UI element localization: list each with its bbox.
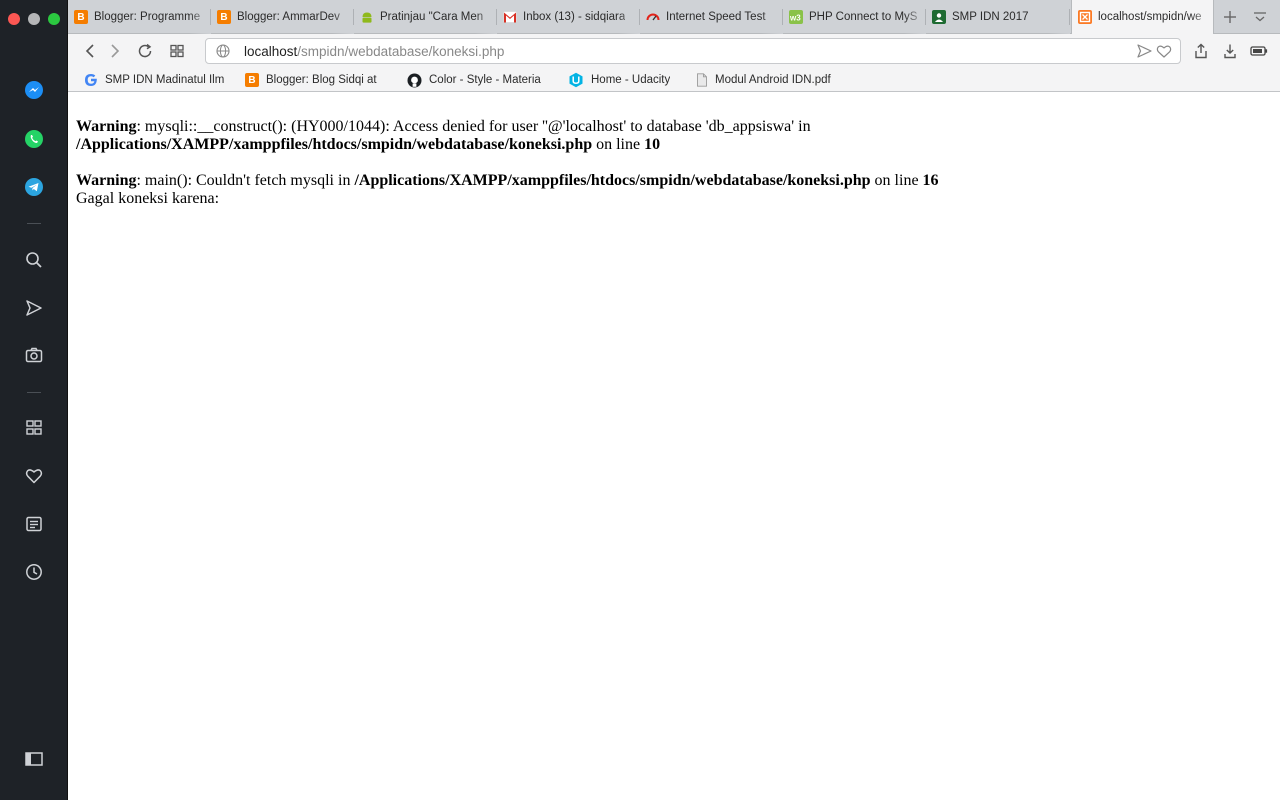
send-icon[interactable] xyxy=(20,294,48,322)
messenger-icon[interactable] xyxy=(20,76,48,104)
news-icon[interactable] xyxy=(20,510,48,538)
speedtest-icon xyxy=(646,10,660,24)
address-bar[interactable]: localhost/smpidn/webdatabase/koneksi.php xyxy=(205,38,1181,64)
blogger-icon xyxy=(74,10,88,24)
xampp-icon xyxy=(1078,10,1092,24)
tab-label: Inbox (13) - sidqiara xyxy=(523,11,626,23)
window-maximize-button[interactable] xyxy=(48,13,60,25)
bookmark-smp-idn[interactable]: SMP IDN Madinatul Ilm xyxy=(84,71,226,89)
tab-label: Blogger: Programme xyxy=(94,11,201,23)
reload-icon[interactable] xyxy=(135,41,155,61)
globe-icon[interactable] xyxy=(216,44,230,63)
bookmark-color-style[interactable]: Color - Style - Materia xyxy=(407,71,548,89)
tab-label: SMP IDN 2017 xyxy=(952,11,1029,23)
warning-message-2: Warning: main(): Couldn't fetch mysqli i… xyxy=(76,172,1266,190)
tab-overview-icon[interactable] xyxy=(167,41,187,61)
send-page-icon[interactable] xyxy=(1137,44,1152,63)
telegram-icon[interactable] xyxy=(20,173,48,201)
tab-smp-idn[interactable]: SMP IDN 2017 xyxy=(926,0,1070,34)
download-icon[interactable] xyxy=(1220,41,1240,61)
new-tab-plus-icon[interactable] xyxy=(1220,7,1240,27)
window-minimize-button[interactable] xyxy=(28,13,40,25)
toolbar: localhost/smpidn/webdatabase/koneksi.php xyxy=(68,34,1280,68)
history-icon[interactable] xyxy=(20,558,48,586)
bookmark-label: Modul Android IDN.pdf xyxy=(715,74,831,86)
url-host: localhost xyxy=(244,44,298,59)
blogger-icon xyxy=(245,73,259,87)
tab-label: Internet Speed Test xyxy=(666,11,766,23)
warning-text: : mysqli::__construct(): (HY000/1044): A… xyxy=(136,118,811,135)
android-icon xyxy=(360,10,374,24)
tab-strip: Blogger: Programme Blogger: AmmarDev Pra… xyxy=(68,0,1280,34)
tab-php-connect[interactable]: w3 PHP Connect to MyS xyxy=(783,0,926,34)
bookmark-blogger-sidqi[interactable]: Blogger: Blog Sidqi at xyxy=(245,71,385,89)
back-icon[interactable] xyxy=(80,41,100,61)
github-icon xyxy=(407,73,422,87)
w3schools-icon: w3 xyxy=(789,10,803,24)
tab-localhost-active[interactable]: localhost/smpidn/we xyxy=(1071,0,1214,34)
tab-pratinjau[interactable]: Pratinjau "Cara Men xyxy=(354,0,497,34)
warning-message-1: Warning: mysqli::__construct(): (HY000/1… xyxy=(76,118,1266,154)
tab-label: PHP Connect to MyS xyxy=(809,11,918,23)
bookmark-udacity[interactable]: Home - Udacity xyxy=(568,71,678,89)
battery-icon[interactable] xyxy=(1249,41,1269,61)
window-close-button[interactable] xyxy=(8,13,20,25)
file-icon xyxy=(697,73,707,87)
google-icon xyxy=(85,74,97,86)
sidebar-divider xyxy=(27,223,41,224)
sidebar xyxy=(0,0,68,800)
camera-icon[interactable] xyxy=(20,341,48,369)
tab-blogger-ammardev[interactable]: Blogger: AmmarDev xyxy=(211,0,354,34)
speed-dial-icon[interactable] xyxy=(20,414,48,442)
udacity-icon xyxy=(569,72,583,88)
heart-icon[interactable] xyxy=(20,462,48,490)
bookmark-label: Home - Udacity xyxy=(591,74,671,86)
svg-text:w3: w3 xyxy=(789,14,801,23)
tab-label: localhost/smpidn/we xyxy=(1098,11,1202,23)
warning-prefix: Warning xyxy=(76,172,137,189)
url-text[interactable]: localhost/smpidn/webdatabase/koneksi.php xyxy=(244,44,504,59)
file-path: /Applications/XAMPP/xamppfiles/htdocs/sm… xyxy=(354,172,871,189)
page-content: Warning: mysqli::__construct(): (HY000/1… xyxy=(76,118,1266,208)
file-path: /Applications/XAMPP/xamppfiles/htdocs/sm… xyxy=(76,136,593,153)
tab-gmail-inbox[interactable]: Inbox (13) - sidqiara xyxy=(497,0,640,34)
sidebar-toggle-icon[interactable] xyxy=(20,745,48,773)
tab-label: Pratinjau "Cara Men xyxy=(380,11,484,23)
line-number: 16 xyxy=(922,172,939,189)
share-icon[interactable] xyxy=(1191,41,1211,61)
gmail-icon xyxy=(503,10,517,24)
line-number: 10 xyxy=(644,136,661,153)
tab-blogger-programme[interactable]: Blogger: Programme xyxy=(68,0,211,34)
bookmark-modul-android[interactable]: Modul Android IDN.pdf xyxy=(696,71,841,89)
search-icon[interactable] xyxy=(20,246,48,274)
bookmark-label: Blogger: Blog Sidqi at xyxy=(266,74,377,86)
warning-text: : main(): Couldn't fetch mysqli in xyxy=(136,172,355,189)
forward-icon[interactable] xyxy=(105,41,125,61)
bookmark-heart-icon[interactable] xyxy=(1156,44,1172,63)
blogger-icon xyxy=(217,10,231,24)
connection-status-text: Gagal koneksi karena: xyxy=(76,190,220,207)
tab-label: Blogger: AmmarDev xyxy=(237,11,340,23)
tab-menu-icon[interactable] xyxy=(1250,7,1270,27)
classroom-icon xyxy=(932,10,946,24)
bookmarks-bar: SMP IDN Madinatul Ilm Blogger: Blog Sidq… xyxy=(68,68,1280,92)
bookmark-label: SMP IDN Madinatul Ilm xyxy=(105,74,225,86)
whatsapp-icon[interactable] xyxy=(20,125,48,153)
on-line-text: on line xyxy=(870,172,923,189)
url-path: /smpidn/webdatabase/koneksi.php xyxy=(297,44,505,59)
tab-speed-test[interactable]: Internet Speed Test xyxy=(640,0,783,34)
sidebar-divider xyxy=(27,392,41,393)
warning-prefix: Warning xyxy=(76,118,137,135)
bookmark-label: Color - Style - Materia xyxy=(429,74,541,86)
on-line-text: on line xyxy=(592,136,645,153)
